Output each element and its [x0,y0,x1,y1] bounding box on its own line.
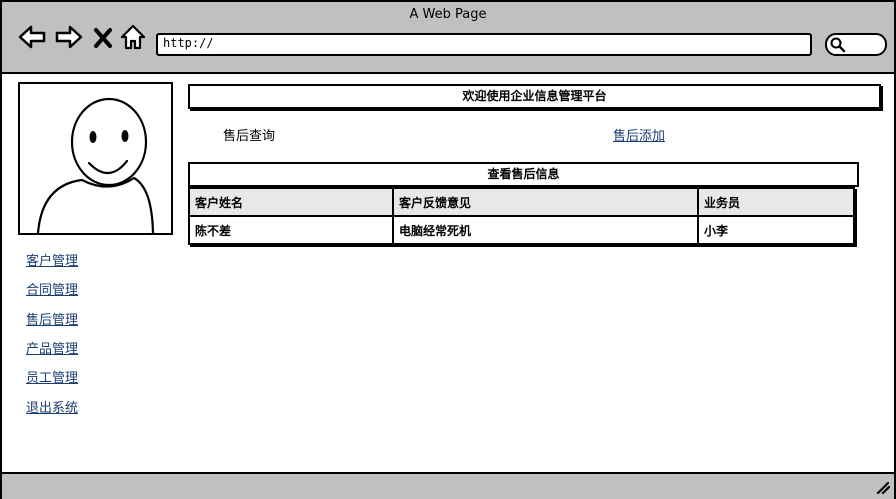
back-arrow-icon[interactable] [17,22,47,52]
column-header-salesperson: 业务员 [697,187,855,217]
browser-chrome: A Web Page http:// [2,2,894,74]
sidebar-item-contract-management[interactable]: 合同管理 [26,279,78,298]
after-sales-add-link[interactable]: 售后添加 [613,125,665,144]
close-icon[interactable] [91,22,115,52]
sidebar-item-logout[interactable]: 退出系统 [26,397,78,416]
forward-arrow-icon[interactable] [54,22,84,52]
cell-feedback: 电脑经常死机 [392,215,699,245]
status-bar [2,472,894,499]
sidebar-item-customer-management[interactable]: 客户管理 [26,250,78,269]
sidebar-item-after-sales-management[interactable]: 售后管理 [26,309,78,328]
table-header-row: 客户姓名 客户反馈意见 业务员 [188,187,855,217]
cell-customer-name: 陈不差 [188,215,394,245]
resize-grip-icon[interactable] [876,480,890,494]
address-bar[interactable]: http:// [156,33,812,56]
search-icon [830,37,846,53]
avatar [18,82,173,235]
sidebar-item-staff-management[interactable]: 员工管理 [26,367,78,386]
page-title: 欢迎使用企业信息管理平台 [188,84,881,109]
after-sales-table: 客户姓名 客户反馈意见 业务员 陈不差 电脑经常死机 小李 [188,187,855,245]
url-text: http:// [163,36,214,50]
home-icon[interactable] [118,22,148,52]
window-title: A Web Page [409,7,487,22]
cell-salesperson: 小李 [697,215,855,245]
table-row[interactable]: 陈不差 电脑经常死机 小李 [188,215,855,245]
column-header-feedback: 客户反馈意见 [392,187,699,217]
browser-window: A Web Page http:// 客户管理 合同管理 售后管理 产品管理 员… [0,0,896,499]
section-title: 查看售后信息 [188,162,859,187]
after-sales-query-label: 售后查询 [223,129,276,144]
column-header-customer-name: 客户姓名 [188,187,394,217]
search-field[interactable] [825,33,887,56]
sidebar-item-product-management[interactable]: 产品管理 [26,338,78,357]
